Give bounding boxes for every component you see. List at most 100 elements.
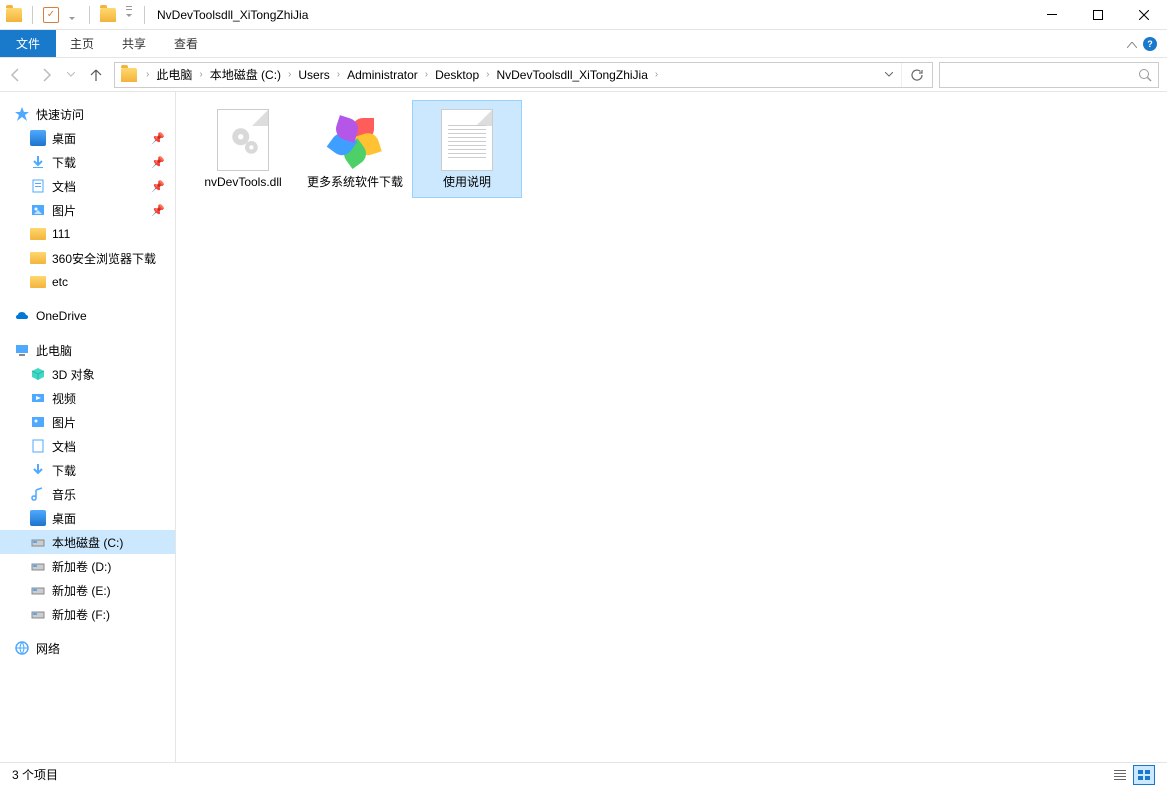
cube-icon [30, 366, 46, 382]
menu-view[interactable]: 查看 [160, 30, 212, 57]
sidebar-item-disk-e[interactable]: 新加卷 (E:) [0, 578, 175, 602]
chevron-right-icon[interactable]: › [196, 69, 205, 80]
minimize-button[interactable] [1029, 0, 1075, 30]
separator [32, 6, 33, 24]
breadcrumb: 此电脑› 本地磁盘 (C:)› Users› Administrator› De… [152, 66, 661, 83]
sidebar: 快速访问 桌面📌 下载📌 文档📌 图片📌 111 360安全浏览器下载 etc … [0, 92, 176, 762]
sidebar-item-label: 360安全浏览器下载 [52, 250, 175, 267]
sidebar-item-downloads[interactable]: 下载 [0, 458, 175, 482]
chevron-right-icon[interactable]: › [143, 69, 152, 80]
collapse-ribbon-icon[interactable] [1127, 37, 1137, 51]
pin-icon: 📌 [151, 132, 165, 145]
sidebar-item-pictures[interactable]: 图片 📌 [0, 198, 175, 222]
main: 快速访问 桌面📌 下载📌 文档📌 图片📌 111 360安全浏览器下载 etc … [0, 92, 1167, 762]
document-icon [30, 178, 46, 194]
sidebar-item-disk-f[interactable]: 新加卷 (F:) [0, 602, 175, 626]
breadcrumb-item[interactable]: 此电脑 [152, 66, 196, 83]
pin-icon: 📌 [151, 204, 165, 217]
sidebar-item-this-pc[interactable]: 此电脑 [0, 338, 175, 362]
pinwheel-icon [330, 115, 380, 165]
window-controls [1029, 0, 1167, 30]
menu-home[interactable]: 主页 [56, 30, 108, 57]
sidebar-item-label: 下载 [52, 462, 175, 479]
cloud-icon [14, 308, 30, 324]
sidebar-item-label: 图片 [52, 202, 145, 219]
status-bar: 3 个项目 [0, 762, 1167, 786]
sidebar-item-label: 文档 [52, 178, 145, 195]
sidebar-item-disk-d[interactable]: 新加卷 (D:) [0, 554, 175, 578]
folder-icon[interactable] [100, 8, 116, 22]
file-list[interactable]: nvDevTools.dll 更多系统软件下载 使用说明 [176, 92, 1167, 762]
file-item[interactable]: 更多系统软件下载 [300, 100, 410, 198]
breadcrumb-item[interactable]: Users [294, 68, 333, 82]
menu-file[interactable]: 文件 [0, 30, 56, 57]
menu-share[interactable]: 共享 [108, 30, 160, 57]
sidebar-item-label: 音乐 [52, 486, 175, 503]
file-item[interactable]: nvDevTools.dll [188, 100, 298, 198]
folder-icon [121, 68, 137, 82]
dropdown-icon[interactable] [65, 7, 79, 23]
breadcrumb-item[interactable]: NvDevToolsdll_XiTongZhiJia [492, 68, 651, 82]
breadcrumb-item[interactable]: Administrator [343, 68, 422, 82]
separator [89, 6, 90, 24]
sidebar-item-desktop[interactable]: 桌面📌 [0, 126, 175, 150]
breadcrumb-item[interactable]: Desktop [431, 68, 483, 82]
check-icon[interactable]: ✓ [43, 7, 59, 23]
recent-button[interactable] [64, 62, 78, 88]
sidebar-item-folder[interactable]: 111 [0, 222, 175, 246]
desktop-icon [30, 510, 46, 526]
up-button[interactable] [84, 62, 108, 88]
sidebar-item-folder[interactable]: etc [0, 270, 175, 294]
sidebar-item-network[interactable]: 网络 [0, 636, 175, 660]
folder-icon [30, 252, 46, 264]
sidebar-item-3d-objects[interactable]: 3D 对象 [0, 362, 175, 386]
sidebar-item-label: 图片 [52, 414, 175, 431]
sidebar-item-folder[interactable]: 360安全浏览器下载 [0, 246, 175, 270]
disk-icon [30, 558, 46, 574]
forward-button[interactable] [34, 62, 58, 88]
chevron-right-icon[interactable]: › [483, 69, 492, 80]
refresh-button[interactable] [901, 63, 932, 87]
sidebar-item-disk-c[interactable]: 本地磁盘 (C:) [0, 530, 175, 554]
sidebar-item-label: 快速访问 [36, 106, 175, 123]
sidebar-item-videos[interactable]: 视频 [0, 386, 175, 410]
chevron-right-icon[interactable]: › [652, 69, 661, 80]
separator [144, 6, 145, 24]
breadcrumb-item[interactable]: 本地磁盘 (C:) [206, 66, 285, 83]
sidebar-item-desktop[interactable]: 桌面 [0, 506, 175, 530]
sidebar-item-documents[interactable]: 文档 [0, 434, 175, 458]
back-button[interactable] [4, 62, 28, 88]
details-view-button[interactable] [1109, 765, 1131, 785]
folder-icon[interactable] [6, 8, 22, 22]
close-button[interactable] [1121, 0, 1167, 30]
file-item[interactable]: 使用说明 [412, 100, 522, 198]
search-input[interactable] [939, 62, 1159, 88]
maximize-button[interactable] [1075, 0, 1121, 30]
address-bar[interactable]: › 此电脑› 本地磁盘 (C:)› Users› Administrator› … [114, 62, 933, 88]
file-label: nvDevTools.dll [193, 175, 293, 191]
sidebar-item-downloads[interactable]: 下载📌 [0, 150, 175, 174]
sidebar-item-documents[interactable]: 文档📌 [0, 174, 175, 198]
sidebar-item-label: 文档 [52, 438, 175, 455]
download-icon [30, 462, 46, 478]
sidebar-item-label: 3D 对象 [52, 366, 175, 383]
pictures-icon [30, 414, 46, 430]
sidebar-item-onedrive[interactable]: OneDrive [0, 304, 175, 328]
help-icon[interactable]: ? [1143, 37, 1157, 51]
title-bar: ✓ NvDevToolsdll_XiTongZhiJia [0, 0, 1167, 30]
icons-view-button[interactable] [1133, 765, 1155, 785]
sidebar-item-pictures[interactable]: 图片 [0, 410, 175, 434]
address-dropdown[interactable] [877, 63, 901, 87]
status-text: 3 个项目 [12, 766, 58, 783]
sidebar-item-music[interactable]: 音乐 [0, 482, 175, 506]
folder-icon [30, 228, 46, 240]
menu-bar: 文件 主页 共享 查看 ? [0, 30, 1167, 58]
disk-icon [30, 582, 46, 598]
disk-icon [30, 606, 46, 622]
chevron-right-icon[interactable]: › [285, 69, 294, 80]
file-label: 使用说明 [417, 175, 517, 191]
sidebar-item-quick-access[interactable]: 快速访问 [0, 102, 175, 126]
menu-arrow-icon[interactable] [122, 6, 136, 23]
chevron-right-icon[interactable]: › [334, 69, 343, 80]
chevron-right-icon[interactable]: › [422, 69, 431, 80]
